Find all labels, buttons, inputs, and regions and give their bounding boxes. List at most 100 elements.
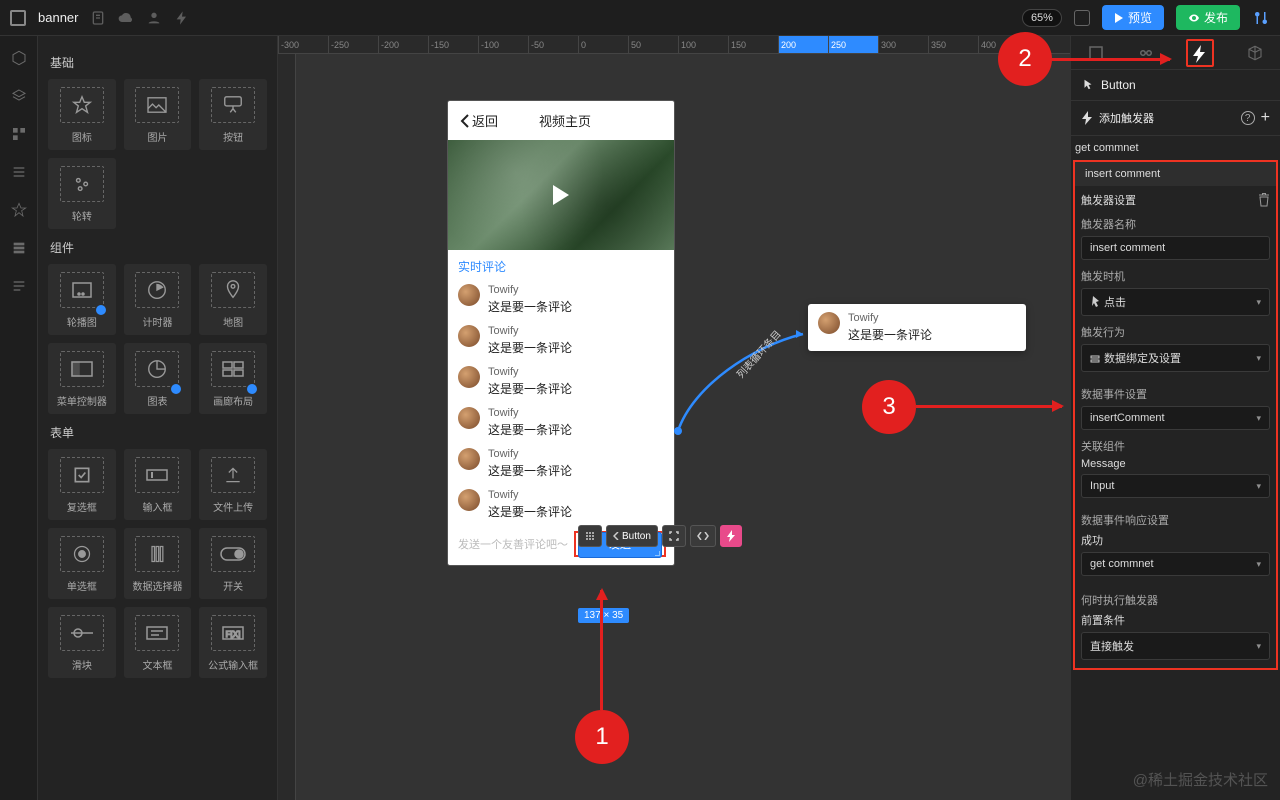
tab-3d-icon[interactable]: [1246, 44, 1264, 62]
preview-button[interactable]: 预览: [1102, 5, 1164, 30]
add-icon[interactable]: +: [1261, 109, 1270, 127]
select-message[interactable]: Input▾: [1081, 474, 1270, 498]
comment-input[interactable]: 发送一个友善评论吧～: [456, 536, 568, 552]
selection-dimensions: 137 × 35: [578, 608, 629, 623]
rail-cube-icon[interactable]: [11, 50, 27, 66]
comp-checkbox[interactable]: 复选框: [48, 449, 116, 520]
comp-carousel-alt[interactable]: 轮转: [48, 158, 116, 229]
cloud-icon[interactable]: [118, 10, 134, 26]
trigger-list-item-active[interactable]: insert comment: [1075, 162, 1276, 186]
comp-radio[interactable]: 单选框: [48, 528, 116, 599]
annotation-2: 2: [998, 32, 1052, 86]
comp-map[interactable]: 地图: [199, 264, 267, 335]
app-logo-icon: [10, 10, 26, 26]
drag-handle-icon[interactable]: [578, 525, 602, 547]
trigger-bolt-icon[interactable]: [720, 525, 742, 547]
watermark: @稀土掘金技术社区: [1133, 769, 1268, 790]
select-success[interactable]: get commnet▾: [1081, 552, 1270, 576]
device-header: 返回 视频主页: [448, 101, 674, 140]
play-icon: [553, 185, 569, 205]
comp-input[interactable]: 输入框: [124, 449, 192, 520]
bolt-icon[interactable]: [174, 10, 190, 26]
user-icon[interactable]: [146, 10, 162, 26]
comp-image[interactable]: 图片: [124, 79, 192, 150]
publish-label: 发布: [1204, 9, 1228, 26]
avatar: [458, 366, 480, 388]
annotation-3: 3: [862, 380, 916, 434]
label-behavior: 触发行为: [1081, 324, 1270, 340]
trigger-config-section: insert comment 触发器设置 触发器名称 insert commen…: [1073, 160, 1278, 670]
inspector-tabs: [1071, 36, 1280, 70]
avatar: [458, 325, 480, 347]
comment-row: Towify这是要一条评论: [448, 443, 674, 484]
page-icon[interactable]: [90, 10, 106, 26]
publish-button[interactable]: 发布: [1176, 5, 1240, 30]
comp-chart[interactable]: 图表: [124, 343, 192, 414]
comments-section-title: 实时评论: [448, 250, 674, 279]
avatar: [458, 407, 480, 429]
rail-grid-icon[interactable]: [11, 126, 27, 142]
chat-icon[interactable]: [1074, 10, 1090, 26]
inspector-panel: Button 添加触发器 ? + get commnet insert comm…: [1070, 36, 1280, 800]
avatar: [458, 448, 480, 470]
rail-stack-icon[interactable]: [11, 164, 27, 180]
comp-switch[interactable]: 开关: [199, 528, 267, 599]
canvas[interactable]: -300-250-200-150-100-5005010015020025030…: [278, 36, 1070, 800]
connector-label: 列表循环条目: [732, 326, 783, 381]
select-behavior[interactable]: 数据绑定及设置▾: [1081, 344, 1270, 372]
comment-row: Towify这是要一条评论: [448, 279, 674, 320]
top-bar: banner 65% 预览 发布: [0, 0, 1280, 36]
label-trigger-name: 触发器名称: [1081, 216, 1270, 232]
help-icon[interactable]: ?: [1241, 111, 1255, 125]
annotation-arrow-2: [1050, 58, 1170, 61]
rail-list-icon[interactable]: [11, 278, 27, 294]
linked-item-popup[interactable]: Towify这是要一条评论: [808, 304, 1026, 351]
tab-trigger-icon[interactable]: [1186, 39, 1214, 67]
project-title: banner: [38, 10, 78, 25]
bolt-icon: [1081, 111, 1093, 125]
code-icon[interactable]: [690, 525, 716, 547]
label-timing: 触发时机: [1081, 268, 1270, 284]
annotation-1: 1: [575, 710, 629, 764]
trigger-settings-title: 触发器设置: [1081, 192, 1136, 208]
rail-pin-icon[interactable]: [11, 202, 27, 218]
settings-toggle-icon[interactable]: [1252, 9, 1270, 27]
comp-button[interactable]: 按钮: [199, 79, 267, 150]
comp-formula[interactable]: F[X]公式输入框: [199, 607, 267, 678]
breadcrumb-button[interactable]: Button: [606, 525, 658, 547]
comp-icon[interactable]: 图标: [48, 79, 116, 150]
section-components: 组件: [50, 239, 267, 256]
device-frame[interactable]: 返回 视频主页 实时评论 Towify这是要一条评论 Towify这是要一条评论…: [448, 101, 674, 565]
annotation-arrow-1: [600, 590, 603, 710]
comment-row: Towify这是要一条评论: [448, 320, 674, 361]
rail-data-icon[interactable]: [11, 240, 27, 256]
comp-textarea[interactable]: 文本框: [124, 607, 192, 678]
label-response: 数据事件响应设置: [1081, 512, 1270, 528]
inspector-element-header: Button: [1071, 70, 1280, 100]
comp-timer[interactable]: 计时器: [124, 264, 192, 335]
video-player[interactable]: [448, 140, 674, 250]
comp-gallery[interactable]: 画廊布局: [199, 343, 267, 414]
comp-data-picker[interactable]: 数据选择器: [124, 528, 192, 599]
rail-layers-icon[interactable]: [11, 88, 27, 104]
comp-carousel[interactable]: 轮播图: [48, 264, 116, 335]
selection-toolbar: Button: [578, 525, 742, 547]
section-form: 表单: [50, 424, 267, 441]
input-trigger-name[interactable]: insert comment: [1081, 236, 1270, 260]
select-precondition[interactable]: 直接触发▾: [1081, 632, 1270, 660]
zoom-level[interactable]: 65%: [1022, 9, 1062, 27]
comp-menu-controller[interactable]: 菜单控制器: [48, 343, 116, 414]
svg-text:F[X]: F[X]: [226, 630, 241, 639]
trigger-list-item[interactable]: get commnet: [1071, 135, 1280, 160]
delete-icon[interactable]: [1258, 193, 1270, 207]
select-data-event[interactable]: insertComment▾: [1081, 406, 1270, 430]
comp-upload[interactable]: 文件上传: [199, 449, 267, 520]
select-timing[interactable]: 点击▾: [1081, 288, 1270, 316]
expand-icon[interactable]: [662, 525, 686, 547]
page-title: 视频主页: [468, 111, 662, 130]
component-panel: 基础 图标 图片 按钮 轮转 组件 轮播图 计时器 地图 菜单控制器 图表 画廊…: [38, 36, 278, 800]
avatar: [818, 312, 840, 334]
label-precondition: 前置条件: [1081, 612, 1270, 628]
add-trigger-row: 添加触发器 ? +: [1071, 100, 1280, 135]
comp-slider[interactable]: 滑块: [48, 607, 116, 678]
